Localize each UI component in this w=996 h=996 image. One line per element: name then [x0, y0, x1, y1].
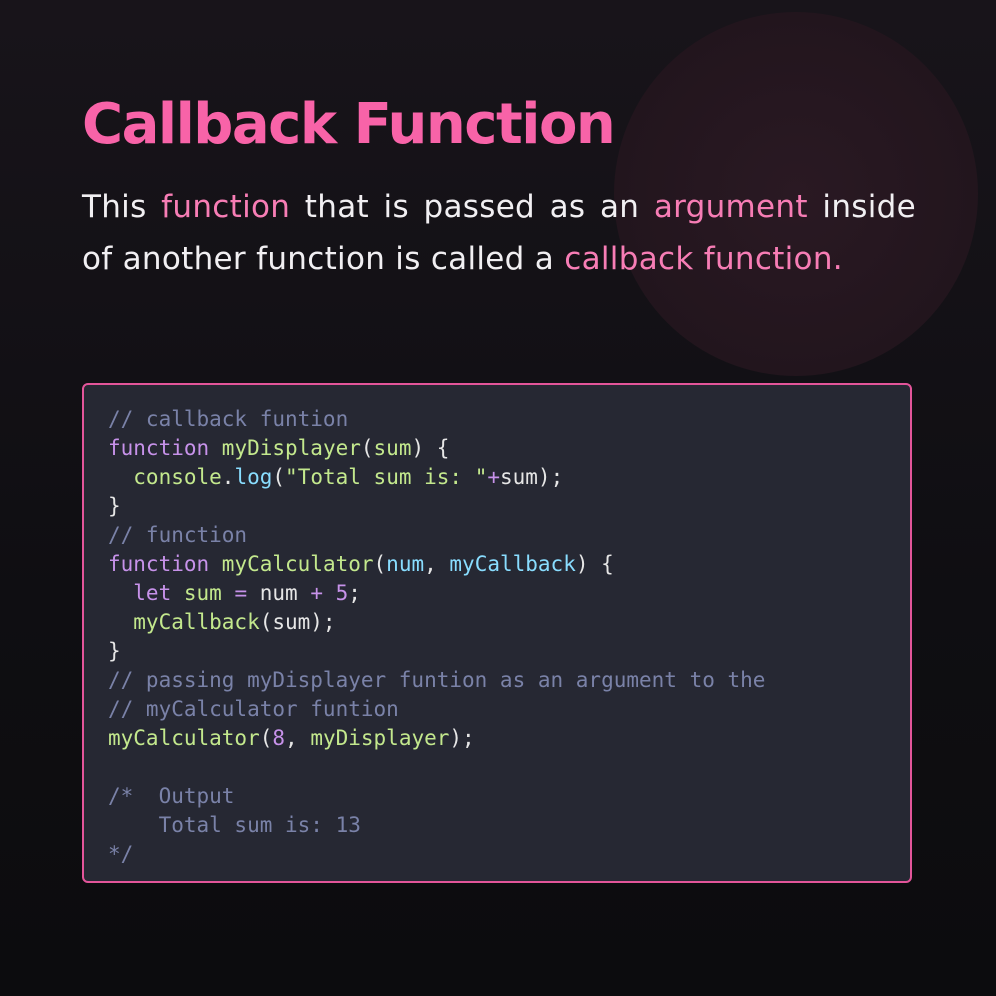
- code-token: function: [108, 552, 222, 576]
- code-token: // callback funtion: [108, 407, 349, 431]
- code-line: let sum = num + 5;: [108, 579, 910, 608]
- code-token: let: [108, 581, 184, 605]
- code-token: num: [259, 581, 311, 605]
- code-token: (: [259, 726, 273, 750]
- code-line: }: [108, 637, 910, 666]
- code-token: (: [360, 436, 374, 460]
- code-token: (: [272, 465, 286, 489]
- code-token: +: [310, 581, 336, 605]
- page-title: Callback Function: [82, 92, 616, 157]
- code-token: );: [449, 726, 475, 750]
- code-token: .: [221, 465, 235, 489]
- code-token: sum);: [500, 465, 564, 489]
- code-token: log: [234, 465, 273, 489]
- code-line: function myDisplayer(sum) {: [108, 434, 910, 463]
- code-line: myCallback(sum);: [108, 608, 910, 637]
- code-token: // function: [108, 523, 248, 547]
- code-line: function myCalculator(num, myCallback) {: [108, 550, 910, 579]
- highlighted-term: function: [161, 189, 291, 225]
- code-line: /* Output: [108, 782, 910, 811]
- code-token: myDisplayer: [310, 726, 450, 750]
- code-content: // callback funtion function myDisplayer(…: [108, 405, 910, 869]
- code-token: ;: [348, 581, 361, 605]
- description-text: This function that is passed as an argum…: [82, 181, 916, 285]
- code-token: myCalculator: [108, 726, 260, 750]
- code-token: =: [234, 581, 260, 605]
- code-token: ,: [285, 726, 311, 750]
- code-token: Total sum is: 13: [108, 813, 361, 837]
- code-token: "Total sum is: ": [285, 465, 488, 489]
- code-line: Total sum is: 13: [108, 811, 910, 840]
- code-token: (: [373, 552, 387, 576]
- code-line: console.log("Total sum is: "+sum);: [108, 463, 910, 492]
- description-segment: This: [82, 189, 162, 225]
- code-token: +: [487, 465, 500, 489]
- code-token: num: [386, 552, 425, 576]
- code-token: ,: [424, 552, 450, 576]
- code-token: 5: [335, 581, 349, 605]
- code-token: myCallback: [449, 552, 576, 576]
- code-block: // callback funtion function myDisplayer(…: [82, 383, 912, 883]
- code-line: // callback funtion: [108, 405, 910, 434]
- code-token: (sum);: [259, 610, 336, 634]
- code-line: // myCalculator funtion: [108, 695, 910, 724]
- code-token: myCallback: [108, 610, 260, 634]
- description-segment: that is passed as an: [290, 189, 654, 225]
- code-token: }: [108, 639, 121, 663]
- code-token: // passing myDisplayer funtion as an arg…: [108, 668, 766, 692]
- highlighted-term: callback function.: [564, 241, 843, 277]
- code-token: function: [108, 436, 222, 460]
- code-token: /* Output: [108, 784, 235, 808]
- code-token: myCalculator: [221, 552, 374, 576]
- code-token: }: [108, 494, 121, 518]
- code-line: }: [108, 492, 910, 521]
- code-line: myCalculator(8, myDisplayer);: [108, 724, 910, 753]
- code-line: */: [108, 840, 910, 869]
- code-token: myDisplayer: [221, 436, 361, 460]
- code-token: sum: [373, 436, 412, 460]
- code-token: sum: [183, 581, 235, 605]
- code-token: */: [108, 842, 134, 866]
- code-token: ) {: [411, 436, 450, 460]
- code-token: console: [108, 465, 222, 489]
- highlighted-term: argument: [653, 189, 808, 225]
- code-token: 8: [272, 726, 286, 750]
- code-line: // function: [108, 521, 910, 550]
- code-token: // myCalculator funtion: [108, 697, 399, 721]
- code-line: // passing myDisplayer funtion as an arg…: [108, 666, 910, 695]
- code-token: ) {: [575, 552, 614, 576]
